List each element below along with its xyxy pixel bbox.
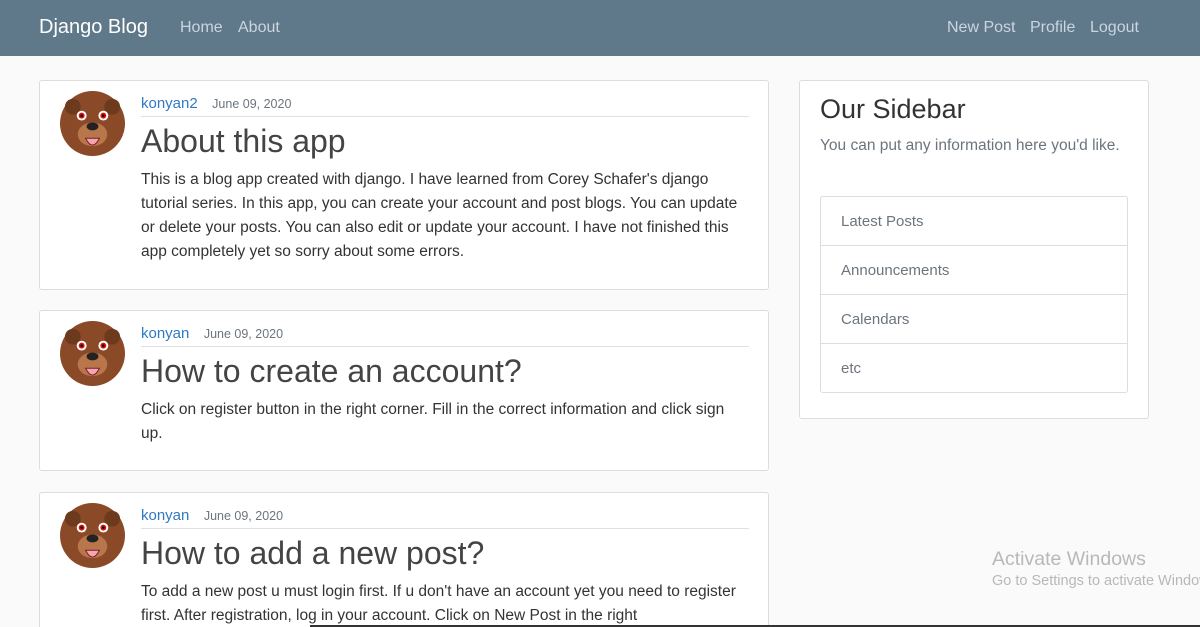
bear-avatar-icon	[60, 503, 125, 568]
sidebar-title: Our Sidebar	[820, 94, 966, 124]
post-author-link[interactable]: konyan2	[141, 95, 198, 112]
post-body: Click on register button in the right co…	[141, 401, 725, 442]
sidebar-item-calendars[interactable]: Calendars	[821, 295, 1127, 344]
post-date: June 09, 2020	[203, 509, 284, 523]
post-title[interactable]: About this app	[141, 123, 346, 160]
post-meta: konyan2 June 09, 2020	[141, 95, 749, 117]
post-date: June 09, 2020	[203, 327, 284, 341]
sidebar: Our Sidebar You can put any information …	[799, 80, 1149, 419]
post-card: konyan June 09, 2020 How to add a new po…	[39, 492, 769, 627]
sidebar-item-latest-posts[interactable]: Latest Posts	[821, 197, 1127, 246]
nav-new-post-link[interactable]: New Post	[947, 19, 1015, 37]
post-author-link[interactable]: konyan	[141, 325, 189, 342]
sidebar-item-announcements[interactable]: Announcements	[821, 246, 1127, 295]
bear-avatar-icon	[60, 91, 125, 156]
post-meta: konyan June 09, 2020	[141, 325, 749, 347]
nav-logout-link[interactable]: Logout	[1090, 19, 1139, 37]
watermark-title: Activate Windows	[992, 548, 1146, 570]
post-meta: konyan June 09, 2020	[141, 507, 749, 529]
bear-avatar-icon	[60, 321, 125, 386]
watermark-subtitle: Go to Settings to activate Windows.	[992, 573, 1200, 589]
post-body: This is a blog app created with django. …	[141, 171, 738, 260]
post-author-link[interactable]: konyan	[141, 507, 189, 524]
sidebar-item-etc[interactable]: etc	[821, 344, 1127, 393]
nav-profile-link[interactable]: Profile	[1030, 19, 1075, 37]
sidebar-description: You can put any information here you'd l…	[820, 137, 1120, 154]
post-date: June 09, 2020	[212, 97, 292, 111]
nav-about-link[interactable]: About	[238, 19, 280, 37]
navbar: Django Blog Home About New Post Profile …	[0, 0, 1200, 56]
post-title[interactable]: How to create an account?	[141, 353, 522, 390]
activate-windows-watermark: Activate Windows Go to Settings to activ…	[992, 548, 1200, 589]
post-title[interactable]: How to add a new post?	[141, 535, 484, 572]
nav-home-link[interactable]: Home	[180, 19, 223, 37]
brand-link[interactable]: Django Blog	[39, 16, 148, 39]
sidebar-list: Latest Posts Announcements Calendars etc	[820, 196, 1128, 393]
post-card: konyan2 June 09, 2020 About this app Thi…	[39, 80, 769, 290]
post-body: To add a new post u must login first. If…	[141, 583, 736, 624]
post-card: konyan June 09, 2020 How to create an ac…	[39, 310, 769, 471]
